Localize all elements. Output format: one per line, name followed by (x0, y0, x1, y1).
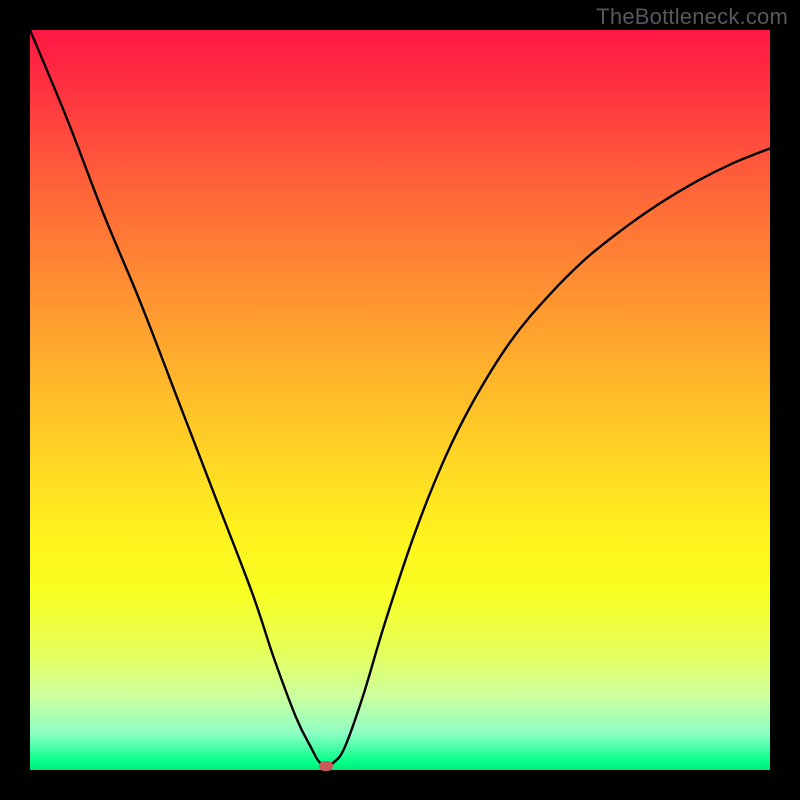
chart-svg (30, 30, 770, 770)
plot-area (30, 30, 770, 770)
minimum-marker (319, 761, 333, 771)
curve-line (30, 30, 770, 766)
watermark-text: TheBottleneck.com (596, 4, 788, 30)
